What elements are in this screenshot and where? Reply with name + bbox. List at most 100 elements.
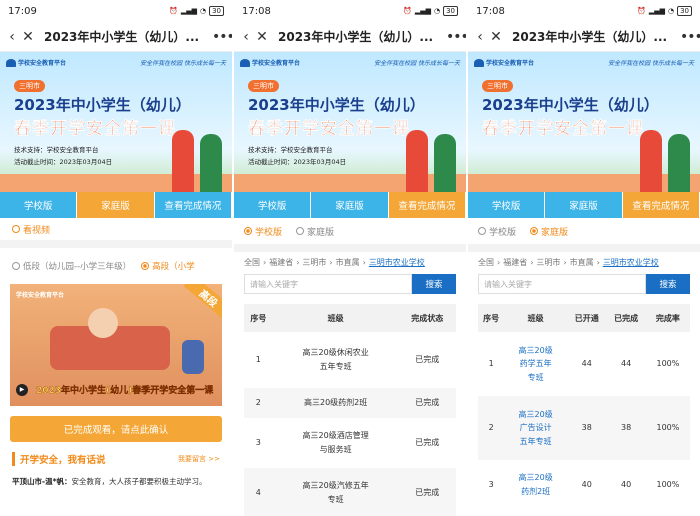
panel-video: 17:09 ⏰ ▂▄▆ ◔ 30 ‹ ✕ 2023年中小学生（幼儿）... ••… bbox=[0, 0, 232, 516]
boy-icon bbox=[88, 308, 118, 338]
tab-school[interactable]: 学校版 bbox=[468, 192, 546, 218]
breadcrumb-item[interactable]: 市直属 bbox=[570, 257, 594, 268]
platform-logo: 学校安全教育平台 bbox=[6, 58, 66, 67]
video-thumbnail[interactable]: 学校安全教育平台 高段 ▶ 2023年中小学生(幼儿)春季开学安全第一课 bbox=[10, 284, 222, 406]
breadcrumb-item[interactable]: 三明市 bbox=[302, 257, 326, 268]
battery-icon: 30 bbox=[209, 6, 224, 16]
search-button[interactable]: 搜索 bbox=[646, 274, 690, 294]
cell-status: 已完成 bbox=[398, 388, 456, 418]
kids-illustration-icon bbox=[638, 122, 696, 192]
version-tabs: 学校版 家庭版 查看完成情况 bbox=[0, 192, 232, 218]
tab-family[interactable]: 家庭版 bbox=[77, 192, 155, 218]
level-tag: 高段 bbox=[183, 284, 222, 321]
table-row: 3 高三20级酒店管理 与服务班 已完成 bbox=[244, 418, 456, 468]
search-button[interactable]: 搜索 bbox=[412, 274, 456, 294]
class-line: 专班 bbox=[527, 372, 544, 382]
tab-completion[interactable]: 查看完成情况 bbox=[154, 192, 232, 218]
breadcrumb-item[interactable]: 三明市 bbox=[536, 257, 560, 268]
level-selector: 低段（幼儿园--小学三年级） 高段（小学 bbox=[0, 248, 232, 284]
cell-class-link[interactable]: 高三20级 药学五年 专班 bbox=[504, 332, 567, 396]
platform-logo: 学校安全教育平台 bbox=[240, 58, 300, 67]
back-icon[interactable]: ‹ bbox=[4, 29, 20, 45]
banner-subtitle: 春季开学安全第一课 bbox=[14, 119, 176, 139]
class-line: 专班 bbox=[327, 495, 344, 504]
chevron-right-icon: › bbox=[296, 257, 300, 267]
chevron-right-icon: › bbox=[497, 257, 501, 267]
breadcrumb-item[interactable]: 市直属 bbox=[336, 257, 360, 268]
chevron-right-icon: › bbox=[263, 257, 267, 267]
tab-completion[interactable]: 查看完成情况 bbox=[622, 192, 700, 218]
search-input[interactable]: 请输入关键字 bbox=[244, 274, 412, 294]
radio-icon bbox=[244, 227, 252, 235]
platform-name: 学校安全教育平台 bbox=[486, 60, 535, 67]
breadcrumb-current[interactable]: 三明市农业学校 bbox=[603, 257, 659, 268]
cell-class: 高三20级药剂2班 bbox=[272, 388, 399, 418]
breadcrumb-item[interactable]: 福建省 bbox=[503, 257, 527, 268]
confirm-watched-button[interactable]: 已完成观看，请点此确认 bbox=[10, 416, 222, 442]
banner-slogan: 安全伴我在校园 快乐成长每一天 bbox=[608, 60, 694, 67]
class-line: 高三20级 bbox=[518, 345, 553, 355]
radio-family[interactable]: 家庭版 bbox=[296, 225, 334, 238]
cell-rate: 100% bbox=[645, 396, 690, 460]
radio-school[interactable]: 学校版 bbox=[478, 225, 516, 238]
breadcrumb-item[interactable]: 全国 bbox=[478, 257, 494, 268]
signal-icon: ▂▄▆ bbox=[180, 7, 197, 15]
class-status-table: 序号 班级 完成状态 1 高三20级休闲农业 五年专班 已完成 2 高三20级药剂… bbox=[244, 304, 456, 516]
header-class: 班级 bbox=[272, 304, 399, 332]
version-radio-group: 学校版 家庭版 bbox=[234, 218, 466, 244]
more-icon[interactable]: ••• bbox=[212, 29, 232, 45]
radio-low-level[interactable]: 低段（幼儿园--小学三年级） bbox=[12, 260, 131, 272]
class-line: 五年专班 bbox=[519, 436, 552, 446]
more-icon[interactable]: ••• bbox=[446, 29, 466, 45]
tab-family[interactable]: 家庭版 bbox=[545, 192, 623, 218]
cell-class-link[interactable]: 高三20级 广告设计 五年专班 bbox=[504, 396, 567, 460]
watch-video-option[interactable]: 看视频 bbox=[0, 218, 232, 240]
radio-high-level[interactable]: 高段（小学 bbox=[141, 260, 195, 272]
back-icon[interactable]: ‹ bbox=[238, 29, 254, 45]
breadcrumb-item[interactable]: 全国 bbox=[244, 257, 260, 268]
table-row: 2 高三20级药剂2班 已完成 bbox=[244, 388, 456, 418]
radio-icon bbox=[12, 225, 20, 233]
breadcrumb-item[interactable]: 福建省 bbox=[269, 257, 293, 268]
platform-name: 学校安全教育平台 bbox=[18, 60, 67, 67]
breadcrumb-current[interactable]: 三明市农业学校 bbox=[369, 257, 425, 268]
header-completed: 已完成 bbox=[606, 304, 646, 332]
radio-school[interactable]: 学校版 bbox=[244, 225, 282, 238]
cell-status: 已完成 bbox=[415, 355, 440, 365]
tab-family[interactable]: 家庭版 bbox=[311, 192, 389, 218]
class-line: 药剂2班 bbox=[521, 487, 551, 496]
header-no: 序号 bbox=[478, 304, 505, 332]
search-input[interactable]: 请输入关键字 bbox=[478, 274, 646, 294]
back-icon[interactable]: ‹ bbox=[472, 29, 488, 45]
logo-icon bbox=[474, 58, 484, 67]
cell-class-link[interactable]: 高三20级 药剂2班 bbox=[504, 460, 567, 510]
table-header: 序号 班级 已开通 已完成 完成率 bbox=[478, 304, 690, 332]
more-icon[interactable]: ••• bbox=[680, 29, 700, 45]
status-time: 17:09 bbox=[8, 5, 37, 17]
tab-completion[interactable]: 查看完成情况 bbox=[388, 192, 466, 218]
table-row: 1 高三20级 药学五年 专班 44 44 100% bbox=[478, 332, 690, 396]
header-class: 班级 bbox=[504, 304, 567, 332]
leave-message-link[interactable]: 我要留言 >> bbox=[178, 454, 220, 464]
radio-family[interactable]: 家庭版 bbox=[530, 225, 568, 238]
tab-school[interactable]: 学校版 bbox=[234, 192, 312, 218]
table-row: 3 高三20级 药剂2班 40 40 100% bbox=[478, 460, 690, 510]
close-icon[interactable]: ✕ bbox=[20, 29, 36, 45]
alarm-icon: ⏰ bbox=[637, 7, 646, 15]
page-title: 2023年中小学生（幼儿）... bbox=[44, 30, 200, 44]
play-icon[interactable]: ▶ bbox=[16, 384, 28, 396]
cell-opened: 40 bbox=[581, 480, 592, 490]
alarm-icon: ⏰ bbox=[403, 7, 412, 15]
status-bar: 17:08 ⏰ ▂▄▆ ◔ 30 bbox=[234, 0, 466, 22]
banner: 学校安全教育平台 安全伴我在校园 快乐成长每一天 三明市 2023年中小学生（幼… bbox=[468, 52, 700, 192]
banner-slogan: 安全伴我在校园 快乐成长每一天 bbox=[140, 60, 226, 67]
tab-school[interactable]: 学校版 bbox=[0, 192, 78, 218]
close-icon[interactable]: ✕ bbox=[254, 29, 270, 45]
version-radio-group: 学校版 家庭版 bbox=[468, 218, 700, 244]
search-bar: 请输入关键字 搜索 bbox=[478, 274, 690, 294]
status-icons: ⏰ ▂▄▆ ◔ 30 bbox=[403, 6, 458, 16]
cell-class: 高三20级汽修五年 专班 bbox=[272, 468, 399, 516]
status-time: 17:08 bbox=[476, 5, 505, 17]
close-icon[interactable]: ✕ bbox=[488, 29, 504, 45]
comment-author: 平顶山市-温*帆： bbox=[12, 477, 72, 486]
